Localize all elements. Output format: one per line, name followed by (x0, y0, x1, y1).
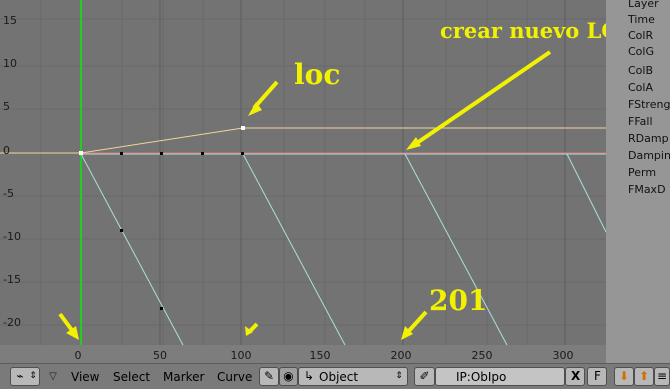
keyframe-point (120, 229, 123, 232)
annotation-loc: loc (294, 58, 341, 91)
close-icon: X (571, 369, 581, 383)
annotation-crear-nuevo-loc: crear nuevo LOC (440, 18, 606, 43)
x-tick: 150 (309, 349, 331, 362)
channel-item[interactable]: Damping (628, 149, 670, 162)
fake-user-button[interactable]: F (587, 367, 607, 386)
arrow-up-icon: ⬆ (638, 369, 650, 383)
ipo-name-field[interactable]: IP:ObIpo (435, 367, 565, 386)
keyframe-point (241, 126, 245, 130)
object-axis-icon: ↳ (303, 369, 315, 383)
keyframe-point (160, 152, 163, 155)
keyframe-point (120, 152, 123, 155)
annotation-frame-201: 201 (429, 284, 488, 317)
channel-item[interactable]: Perm (628, 166, 656, 179)
eye-icon: ◉ (283, 369, 294, 383)
menu-icon: ≡ (656, 369, 668, 383)
y-tick: -5 (3, 187, 14, 200)
pin-button[interactable]: ✎ (259, 367, 279, 386)
menu-select[interactable]: Select (113, 370, 150, 384)
keyframe-point (160, 307, 163, 310)
copy-to-buffer-button[interactable]: ⬇ (614, 367, 634, 386)
channel-item[interactable]: ColB (628, 64, 653, 77)
y-tick: -15 (3, 273, 21, 286)
x-tick: 50 (153, 349, 167, 362)
updown-icon: ⇕ (395, 371, 403, 381)
ipo-editor-header: ⌁ ⇕ ▽ View Select Marker Curve ✎ ◉ ↳ Obj… (0, 363, 670, 389)
channel-item[interactable]: ColR (628, 29, 653, 42)
editor-type-button[interactable]: ⌁ ⇕ (10, 367, 40, 386)
ipo-type-value: Object (319, 370, 359, 384)
ipo-curve-icon: ⌁ (16, 369, 24, 383)
ipo-name-value: IP:ObIpo (456, 370, 507, 384)
ipo-graph-area[interactable]: 15 10 5 0 -5 -10 -15 -20 0 50 100 150 20… (0, 0, 606, 363)
y-tick: 10 (3, 57, 17, 70)
extra-button[interactable]: ≡ (654, 367, 670, 386)
x-tick: 100 (230, 349, 252, 362)
channel-item[interactable]: RDamp (628, 132, 669, 145)
keyframe-point (241, 152, 244, 155)
channel-item[interactable]: FFall (628, 115, 653, 128)
channel-item[interactable]: Layer (628, 0, 659, 10)
channel-item[interactable]: ColA (628, 81, 653, 94)
channel-item[interactable]: Time (628, 13, 655, 26)
x-tick: 250 (471, 349, 493, 362)
y-tick: 5 (3, 100, 10, 113)
menu-marker[interactable]: Marker (163, 370, 204, 384)
arrow-to-frame-201 (405, 310, 428, 335)
ipo-curves-canvas[interactable] (0, 0, 606, 363)
y-tick: 15 (3, 14, 17, 27)
visible-button[interactable]: ◉ (279, 367, 298, 386)
y-tick: 0 (3, 144, 10, 157)
ipo-channel-list[interactable]: Layer Time ColR ColG ColB ColA FStreng F… (606, 0, 670, 363)
y-tick: -20 (3, 316, 21, 329)
unlink-button[interactable]: X (565, 367, 585, 386)
arrow-down-icon: ⬇ (618, 369, 630, 383)
channel-item[interactable]: ColG (628, 45, 654, 58)
channel-item[interactable]: FMaxD (628, 183, 666, 196)
fake-user-label: F (594, 369, 601, 383)
orange-loc-curve[interactable] (0, 127, 606, 154)
y-tick: -10 (3, 230, 21, 243)
pin-icon: ✎ (263, 369, 275, 383)
ipo-browse-button[interactable]: ✐ (414, 367, 435, 386)
menu-curve[interactable]: Curve (217, 370, 252, 384)
collapse-menu-icon[interactable]: ▽ (47, 368, 59, 385)
ipo-type-select[interactable]: ↳ Object ⇕ (298, 367, 408, 386)
keyframe-point (201, 152, 204, 155)
x-tick: 200 (390, 349, 412, 362)
keyframe-point (79, 151, 83, 155)
channel-item[interactable]: FStreng (628, 98, 670, 111)
x-tick: 0 (74, 349, 82, 362)
menu-view[interactable]: View (71, 370, 99, 384)
ipo-browse-icon: ✐ (419, 369, 430, 383)
paste-from-buffer-button[interactable]: ⬆ (634, 367, 654, 386)
x-tick: 300 (552, 349, 574, 362)
updown-icon: ⇕ (29, 371, 37, 381)
